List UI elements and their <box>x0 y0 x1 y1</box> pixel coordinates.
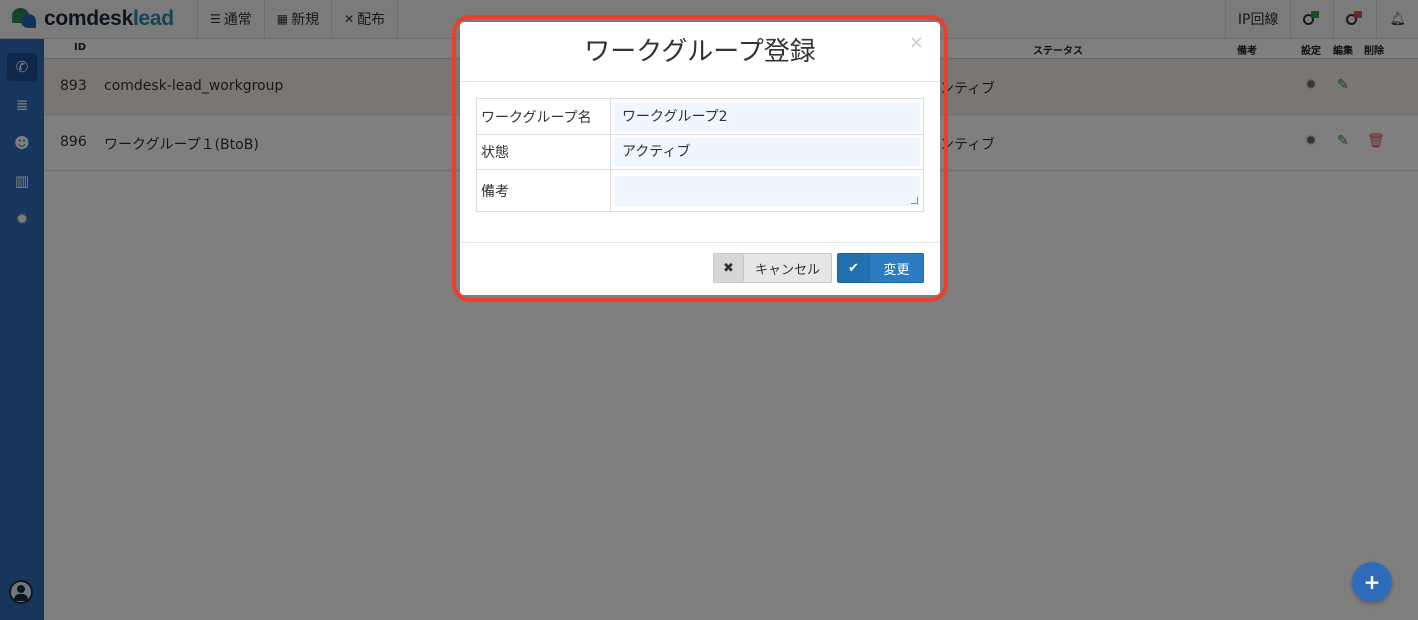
add-button[interactable]: + <box>1352 562 1392 602</box>
close-icon: ✖ <box>714 254 744 282</box>
modal-body: ワークグループ名 ワークグループ2 状態 アクティブ 備考 <box>460 82 940 243</box>
cancel-button[interactable]: ✖ キャンセル <box>713 253 832 283</box>
workgroup-register-dialog: ワークグループ登録 × ワークグループ名 ワークグループ2 状態 アクティブ 備… <box>460 22 940 295</box>
submit-button[interactable]: ✔ 変更 <box>837 253 924 283</box>
check-icon: ✔ <box>838 254 870 282</box>
note-textarea[interactable] <box>614 175 920 206</box>
workgroup-name-label: ワークグループ名 <box>476 98 611 135</box>
form-table: ワークグループ名 ワークグループ2 状態 アクティブ 備考 <box>476 98 924 212</box>
state-label: 状態 <box>476 134 611 170</box>
workgroup-name-input[interactable]: ワークグループ2 <box>614 102 920 131</box>
submit-label: 変更 <box>883 262 910 278</box>
cancel-label: キャンセル <box>754 262 820 278</box>
close-icon[interactable]: × <box>909 32 924 53</box>
note-label: 備考 <box>476 169 611 212</box>
modal-header: ワークグループ登録 × <box>460 22 940 82</box>
modal-title: ワークグループ登録 <box>584 37 816 67</box>
modal-footer: ✖ キャンセル ✔ 変更 <box>460 243 940 295</box>
state-select[interactable]: アクティブ <box>614 138 920 166</box>
